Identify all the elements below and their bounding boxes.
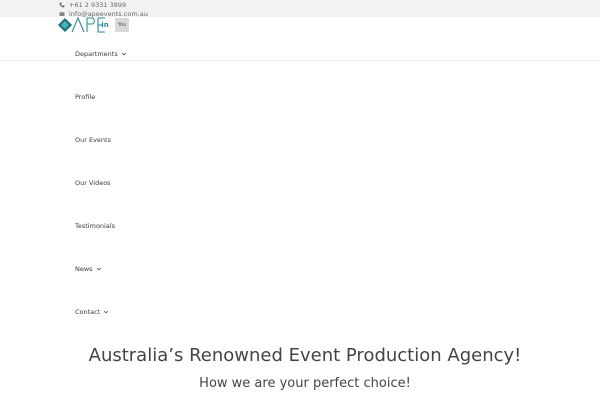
- youtube-icon[interactable]: You: [115, 18, 129, 32]
- page: +61 2 9331 3899 info@apeevents.com.au in…: [0, 0, 600, 400]
- nav-item-label: Our Events: [75, 136, 111, 144]
- nav-item-profile[interactable]: Profile: [75, 93, 95, 101]
- nav-item-label: Profile: [75, 93, 96, 101]
- nav-item-label: Contact: [75, 308, 101, 316]
- phone-icon: [59, 2, 65, 7]
- nav-item-label: Our Videos: [75, 179, 111, 187]
- nav-item-label: Testimonials: [75, 222, 116, 230]
- nav-item-our-events[interactable]: Our Events: [75, 136, 111, 144]
- nav-item-testimonials[interactable]: Testimonials: [75, 222, 115, 230]
- nav-item-departments[interactable]: Departments: [75, 50, 127, 58]
- linkedin-label: in: [101, 21, 109, 29]
- linkedin-icon[interactable]: in: [98, 18, 112, 32]
- hero-subtitle: How we are your perfect choice!: [199, 376, 411, 391]
- nav-item-label: Departments: [75, 50, 118, 58]
- nav-item-label: News: [75, 265, 93, 273]
- chevron-down-icon: [104, 310, 109, 314]
- phone-contact[interactable]: +61 2 9331 3899: [59, 0, 126, 9]
- nav-item-our-videos[interactable]: Our Videos: [75, 179, 111, 187]
- chevron-down-icon: [121, 52, 126, 56]
- phone-number: +61 2 9331 3899: [69, 0, 127, 9]
- nav-item-contact[interactable]: Contact: [75, 308, 109, 316]
- hero-title: Australia’s Renowned Event Production Ag…: [88, 345, 522, 366]
- youtube-label: You: [117, 22, 127, 28]
- chevron-down-icon: [96, 267, 101, 271]
- nav-item-news[interactable]: News: [75, 265, 102, 273]
- header-divider: [0, 60, 600, 61]
